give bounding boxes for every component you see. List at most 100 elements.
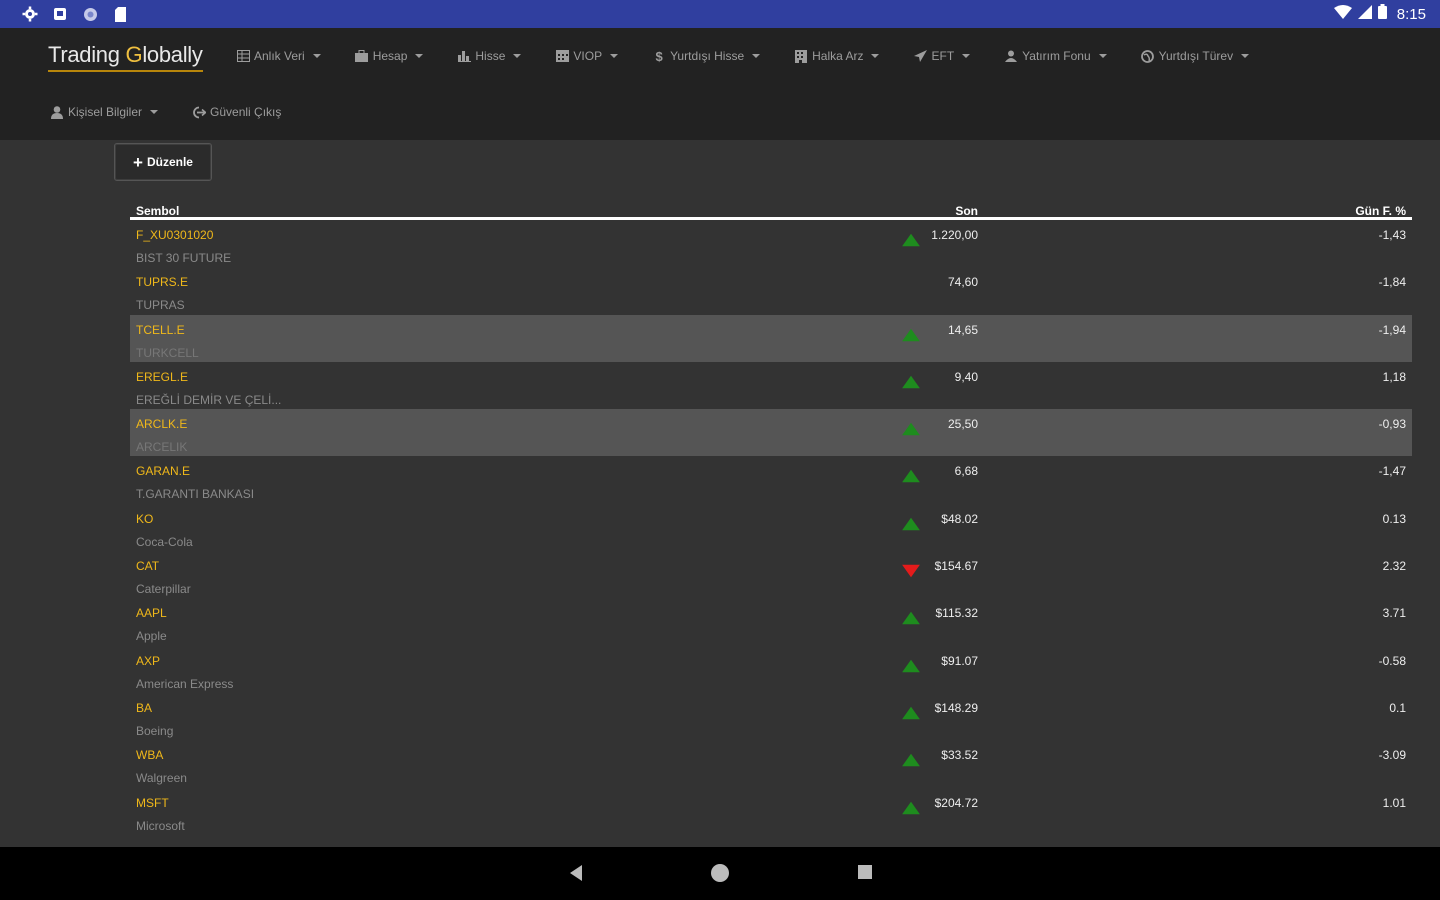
plus-icon: +: [133, 152, 143, 172]
row-name: Walgreen: [136, 771, 187, 786]
menu-hesap[interactable]: Hesap: [355, 49, 424, 63]
wifi-icon: [1333, 4, 1352, 24]
table-body: F_XU0301020 BIST 30 FUTURE 1.220,00 -1,43 TU…: [130, 220, 1412, 835]
menu-eft[interactable]: EFT: [913, 49, 971, 63]
table-header: Sembol Son Gün F. %: [130, 198, 1412, 220]
trend-up-icon: [900, 516, 922, 532]
row-symbol[interactable]: TCELL.E: [136, 323, 185, 337]
trend-down-icon: [900, 563, 922, 579]
table-row[interactable]: WBA Walgreen $33.52 -3.09: [130, 740, 1412, 787]
table-row[interactable]: GARAN.E T.GARANTI BANKASI 6,68 -1,47: [130, 456, 1412, 503]
trend-up-icon: [900, 374, 922, 390]
chevron-down-icon: [962, 54, 971, 58]
row-symbol[interactable]: F_XU0301020: [136, 228, 213, 242]
home-icon[interactable]: [709, 862, 731, 889]
row-last-price: $148.29: [934, 700, 978, 715]
row-name: Apple: [136, 629, 167, 644]
table-row[interactable]: MSFT Microsoft $204.72 1.01: [130, 788, 1412, 835]
row-daily-change: 0.13: [1382, 511, 1406, 526]
menu-yurtdisi-hisse[interactable]: $ Yurtdışı Hisse: [652, 49, 761, 64]
table-row[interactable]: ARCLK.E ARCELIK 25,50 -0,93: [130, 409, 1412, 457]
row-symbol[interactable]: EREGL.E: [136, 370, 188, 384]
menu-yatirim-fonu[interactable]: Yatırım Fonu: [1004, 49, 1107, 63]
row-symbol[interactable]: BA: [136, 701, 152, 715]
menu-hisse[interactable]: Hisse: [457, 49, 522, 63]
sd-card-icon: [112, 6, 128, 22]
table-row[interactable]: BA Boeing $148.29 0.1: [130, 693, 1412, 740]
row-last-price: 14,65: [947, 322, 978, 337]
edit-button[interactable]: + Düzenle: [114, 143, 212, 181]
menu-anlik-veri[interactable]: Anlık Veri: [236, 49, 321, 63]
row-daily-change: 1,18: [1382, 369, 1406, 384]
row-daily-change: -1,94: [1378, 322, 1406, 337]
table-row[interactable]: AAPL Apple $115.32 3.71: [130, 598, 1412, 645]
menu-halka-arz[interactable]: Halka Arz: [794, 49, 880, 63]
menu-yurtdisi-turev[interactable]: Yurtdışı Türev: [1141, 49, 1250, 63]
chevron-down-icon: [871, 54, 880, 58]
row-name: Coca-Cola: [136, 534, 193, 549]
table-row[interactable]: EREGL.E EREĞLİ DEMİR VE ÇELİ... 9,40 1,18: [130, 362, 1412, 409]
row-symbol[interactable]: MSFT: [136, 796, 169, 810]
trend-up-icon: [900, 468, 922, 484]
user-menu: Kişisel Bilgiler Güvenli Çıkış: [50, 102, 315, 122]
row-last-price: 74,60: [947, 275, 978, 290]
row-daily-change: -1,43: [1378, 228, 1406, 242]
logout-icon: [192, 105, 207, 119]
row-last-price: $115.32: [935, 606, 979, 621]
row-symbol[interactable]: KO: [136, 512, 153, 526]
row-name: T.GARANTI BANKASI: [136, 487, 255, 502]
row-symbol[interactable]: AXP: [136, 654, 160, 668]
status-time: 8:15: [1396, 5, 1426, 23]
row-daily-change: -1,84: [1378, 275, 1406, 290]
chevron-down-icon: [150, 110, 159, 114]
row-symbol[interactable]: WBA: [136, 748, 163, 762]
menu-kisisel-bilgiler[interactable]: Kişisel Bilgiler: [50, 105, 159, 119]
chevron-down-icon: [312, 54, 321, 58]
row-daily-change: -3.09: [1378, 748, 1406, 763]
row-last-price: $48.02: [941, 511, 978, 526]
settings-icon: [22, 6, 38, 22]
row-symbol[interactable]: GARAN.E: [136, 464, 190, 478]
trend-up-icon: [900, 232, 922, 248]
header-last[interactable]: Son: [955, 204, 978, 218]
header-change[interactable]: Gün F. %: [1355, 204, 1406, 218]
row-last-price: 1.220,00: [931, 228, 978, 242]
table-row[interactable]: TCELL.E TURKCELL 14,65 -1,94: [130, 314, 1412, 362]
recents-icon[interactable]: [857, 864, 873, 885]
chevron-down-icon: [415, 54, 424, 58]
row-symbol[interactable]: ARCLK.E: [136, 417, 187, 431]
table-row[interactable]: TUPRS.E TUPRAS 74,60 -1,84: [130, 267, 1412, 314]
row-name: BIST 30 FUTURE: [136, 251, 232, 265]
trend-up-icon: [900, 800, 922, 816]
chevron-down-icon: [1241, 54, 1250, 58]
row-name: Caterpillar: [136, 582, 191, 597]
person-icon: [1004, 49, 1018, 63]
row-symbol[interactable]: CAT: [136, 559, 159, 573]
back-icon[interactable]: [568, 864, 584, 887]
globe-icon: [1141, 49, 1155, 63]
row-symbol[interactable]: AAPL: [136, 606, 167, 620]
header-symbol[interactable]: Sembol: [136, 204, 179, 218]
menu-guvenli-cikis[interactable]: Güvenli Çıkış: [192, 105, 281, 119]
android-nav-bar: [0, 847, 1440, 900]
row-symbol[interactable]: TUPRS.E: [136, 275, 188, 289]
watchlist-table: Sembol Son Gün F. % F_XU0301020 BIST 30 F…: [130, 198, 1412, 835]
row-name: TUPRAS: [136, 298, 185, 313]
brand-logo[interactable]: Trading Globally: [48, 42, 203, 72]
main-menu: Anlık Veri Hesap Hisse VIOP $ Yurtdışı H…: [236, 46, 1283, 66]
table-row[interactable]: AXP American Express $91.07 -0.58: [130, 646, 1412, 693]
trend-up-icon: [900, 705, 922, 721]
chevron-down-icon: [513, 54, 522, 58]
table-row[interactable]: KO Coca-Cola $48.02 0.13: [130, 504, 1412, 551]
table-row[interactable]: F_XU0301020 BIST 30 FUTURE 1.220,00 -1,43: [130, 220, 1412, 267]
table-row[interactable]: CAT Caterpillar $154.67 2.32: [130, 551, 1412, 598]
table-icon: [236, 49, 250, 63]
trend-up-icon: [900, 421, 922, 437]
trend-up-icon: [900, 752, 922, 768]
trend-up-icon: [900, 658, 922, 674]
menu-viop[interactable]: VIOP: [555, 49, 619, 63]
row-name: Microsoft: [136, 818, 185, 833]
row-name: American Express: [136, 676, 234, 691]
row-last-price: 6,68: [954, 464, 978, 479]
row-name: TURKCELL: [136, 345, 199, 360]
